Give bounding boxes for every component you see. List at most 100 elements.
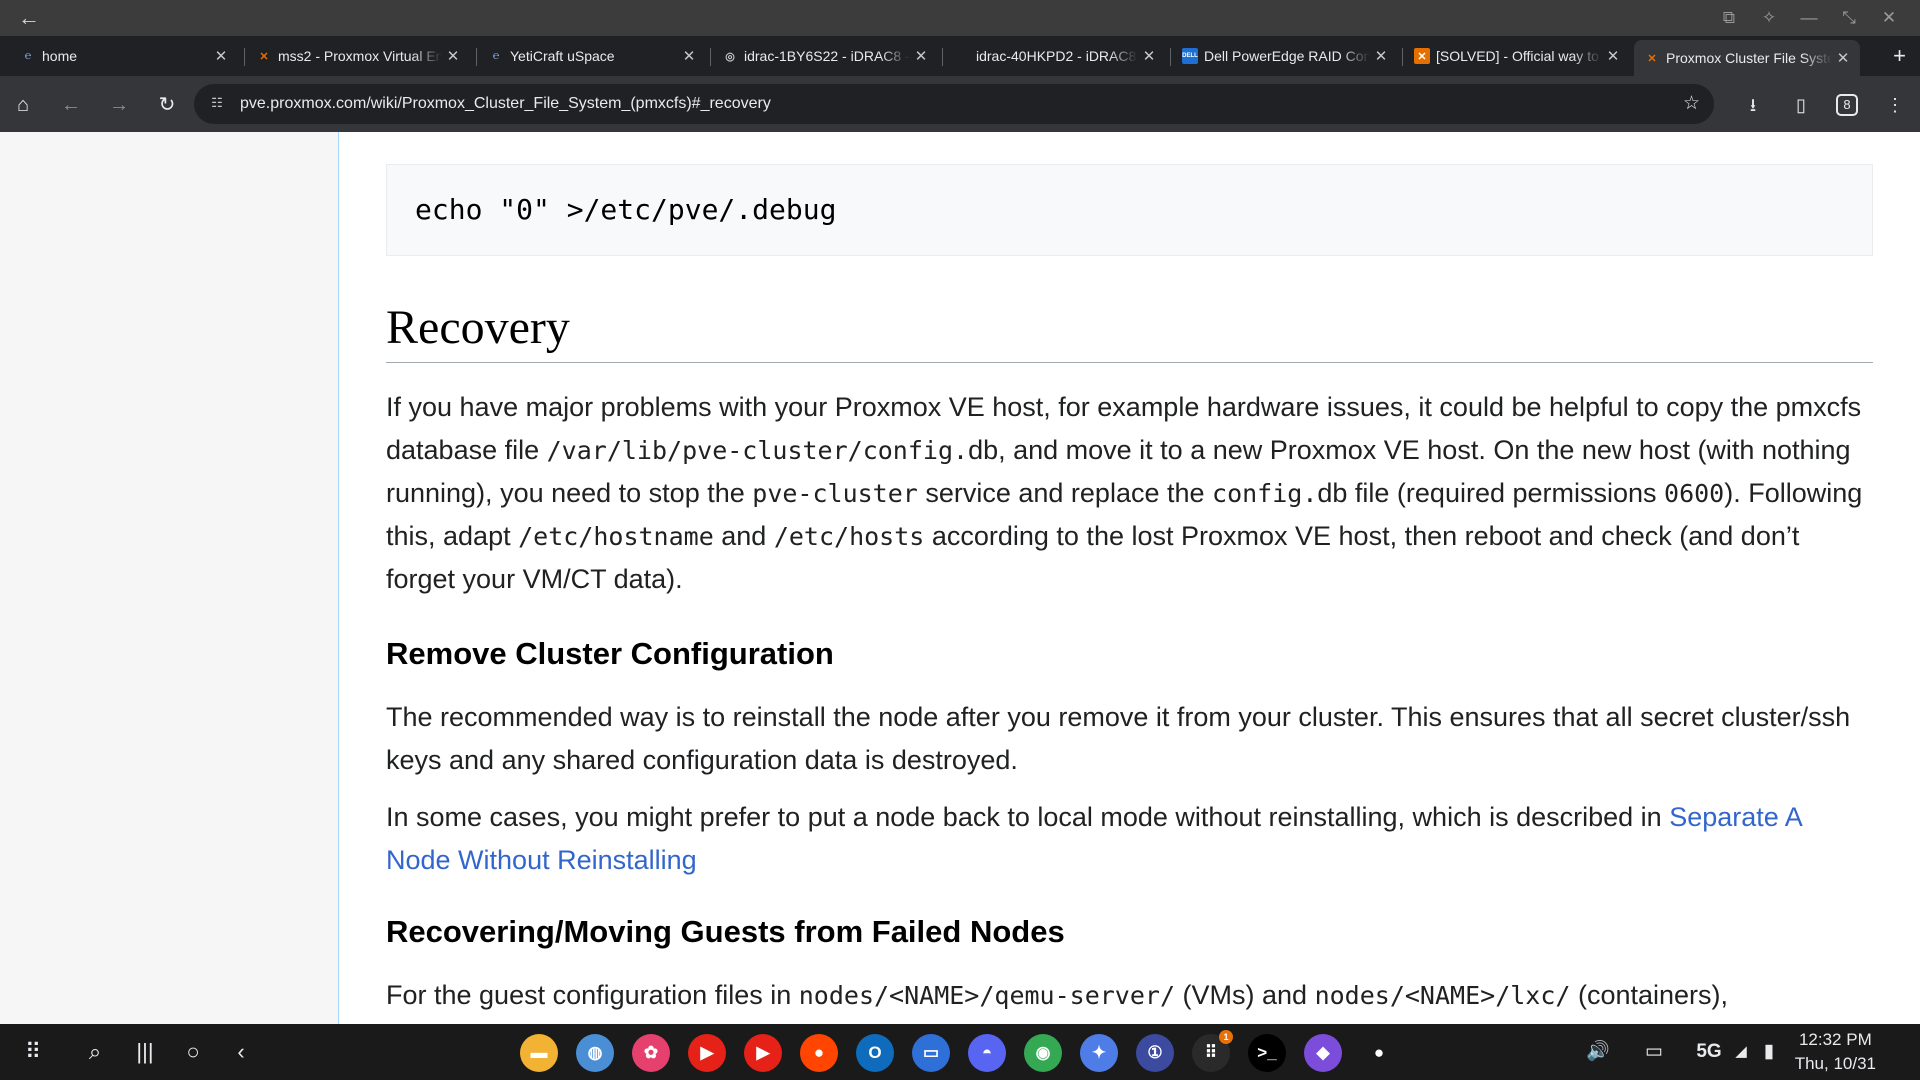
forward-icon[interactable]: → xyxy=(106,92,132,118)
clock[interactable]: 12:32 PM Thu, 10/31 xyxy=(1795,1028,1876,1076)
obsidian-app-icon[interactable]: ◆ xyxy=(1304,1034,1342,1072)
tab-solved-forum[interactable]: ✕ [SOLVED] - Official way to ✕ xyxy=(1404,40,1630,72)
tab-title: idrac-40HKPD2 - iDRAC8 xyxy=(976,48,1137,64)
code-block: echo "0" >/etc/pve/.debug xyxy=(386,164,1873,256)
subheading-recovering-moving-guests: Recovering/Moving Guests from Failed Nod… xyxy=(386,914,1065,949)
tab-title: Proxmox Cluster File Syste xyxy=(1666,50,1832,66)
tab-title: home xyxy=(42,48,78,64)
gemini-app-icon[interactable]: ✦ xyxy=(1080,1034,1118,1072)
reading-list-icon[interactable]: ▯ xyxy=(1788,92,1814,118)
download-icon[interactable]: ⭳ xyxy=(1740,92,1766,118)
tab-close-icon[interactable]: ✕ xyxy=(678,47,700,65)
discord-app-icon[interactable]: ◓ xyxy=(968,1034,1006,1072)
wiki-sidebar xyxy=(0,132,339,1024)
tab-title: idrac-1BY6S22 - iDRAC8 - xyxy=(744,48,910,64)
search-icon[interactable]: ⌕ xyxy=(80,1038,110,1066)
proxmox-favicon-icon: ℮ xyxy=(492,50,500,62)
tab-separator xyxy=(476,48,477,66)
tab-idrac-1by6s22[interactable]: ◎ idrac-1BY6S22 - iDRAC8 - ✕ xyxy=(712,40,938,72)
notifications-icon[interactable]: ▭ xyxy=(1640,1039,1668,1065)
text: and xyxy=(713,521,774,551)
volume-icon[interactable]: 🔊 xyxy=(1584,1039,1612,1065)
tab-count-icon[interactable]: 8 xyxy=(1836,94,1858,116)
text: db file (required permissions xyxy=(1317,478,1665,508)
tab-close-icon[interactable]: ✕ xyxy=(1138,47,1160,65)
tab-close-icon[interactable]: ✕ xyxy=(1832,49,1854,67)
tab-yeticraft[interactable]: ℮ YetiCraft uSpace ✕ xyxy=(478,40,706,72)
messages-app-icon[interactable]: ▭ xyxy=(912,1034,950,1072)
youtube-music-app-icon[interactable]: ▶ xyxy=(744,1034,782,1072)
tab-dell-raid[interactable]: DELL Dell PowerEdge RAID Cont ✕ xyxy=(1172,40,1398,72)
pin-icon[interactable]: ✧ xyxy=(1756,6,1782,30)
home-icon[interactable]: ⌂ xyxy=(10,92,36,118)
browser-toolbar: ⌂ ← → ↻ ☷ pve.proxmox.com/wiki/Proxmox_C… xyxy=(0,76,1920,132)
close-window-icon[interactable]: ✕ xyxy=(1876,6,1902,30)
menu-dots-icon[interactable]: ⋮ xyxy=(1882,92,1908,118)
tab-close-icon[interactable]: ✕ xyxy=(1602,47,1624,65)
back-icon[interactable]: ← xyxy=(58,92,84,118)
proxmox-favicon-icon: ✕ xyxy=(1647,52,1657,65)
terminal-app-icon[interactable]: >_ xyxy=(1248,1034,1286,1072)
proxmox-favicon-icon: ℮ xyxy=(24,50,32,62)
tab-close-icon[interactable]: ✕ xyxy=(910,47,932,65)
tab-idrac-40hkpd2[interactable]: idrac-40HKPD2 - iDRAC8 ✕ xyxy=(944,40,1166,72)
launcher-grid-icon[interactable]: ⠿ xyxy=(18,1038,48,1066)
files-app-icon[interactable]: ▬ xyxy=(520,1034,558,1072)
taskbar: ⠿ ⌕ ||| ○ ‹ ▬ ◍ ✿ ▶ ▶ ● O ▭ ◓ ◉ ✦ ① ⠿ 1 >_ ◆ ● 🔊 ▭ 5G ◢ … xyxy=(0,1024,1920,1080)
app-launcher-dots-icon[interactable]: ⠿ 1 xyxy=(1192,1030,1233,1072)
address-bar[interactable]: ☷ pve.proxmox.com/wiki/Proxmox_Cluster_F… xyxy=(194,84,1714,124)
github-app-icon[interactable]: ● xyxy=(1360,1034,1398,1072)
photos-app-icon[interactable]: ✿ xyxy=(632,1034,670,1072)
network-type: 5G xyxy=(1696,1041,1722,1062)
restore-icon[interactable]: ⤡ xyxy=(1836,6,1862,30)
tab-close-icon[interactable]: ✕ xyxy=(210,47,232,65)
web-page: echo "0" >/etc/pve/.debug Recovery If yo… xyxy=(0,132,1920,1024)
inline-code: pve-cluster xyxy=(752,479,918,508)
minimize-icon[interactable]: — xyxy=(1796,6,1822,30)
back-arrow-icon[interactable]: ← xyxy=(18,6,40,30)
chrome-app-icon[interactable]: ◉ xyxy=(1024,1034,1062,1072)
youtube-app-icon[interactable]: ▶ xyxy=(688,1034,726,1072)
code-text: echo "0" >/etc/pve/.debug xyxy=(415,193,837,226)
proxmox-app-icon[interactable]: ◍ xyxy=(576,1034,614,1072)
outlook-app-icon[interactable]: O xyxy=(856,1034,894,1072)
tab-separator xyxy=(942,48,943,66)
inline-code: 0600 xyxy=(1664,479,1725,508)
inline-code: /var/lib/pve-cluster/config. xyxy=(546,436,969,465)
tab-proxmox-cluster-file-system[interactable]: ✕ Proxmox Cluster File Syste ✕ xyxy=(1634,40,1860,76)
subheading-remove-cluster-configuration: Remove Cluster Configuration xyxy=(386,636,834,671)
tab-separator xyxy=(1170,48,1171,66)
reload-icon[interactable]: ↻ xyxy=(154,92,180,118)
tab-separator xyxy=(710,48,711,66)
battery-icon: ▮ xyxy=(1763,1041,1775,1062)
section-heading-recovery: Recovery xyxy=(386,300,1873,363)
nav-back-icon[interactable]: ‹ xyxy=(226,1038,256,1066)
date-text: Thu, 10/31 xyxy=(1794,1054,1876,1073)
remove-paragraph-1: The recommended way is to reinstall the … xyxy=(386,702,1851,775)
text: (containers), xyxy=(1570,980,1729,1010)
recents-icon[interactable]: ||| xyxy=(130,1038,160,1066)
title-bar: ← ⧉ ✧ — ⤡ ✕ xyxy=(0,0,1920,36)
site-info-icon[interactable]: ☷ xyxy=(208,94,226,112)
new-tab-plus-icon[interactable]: + xyxy=(1893,44,1906,68)
window-mode-icon[interactable]: ⧉ xyxy=(1716,6,1742,30)
inline-code: config. xyxy=(1212,479,1318,508)
tab-home[interactable]: ℮ home ✕ xyxy=(10,40,238,72)
signal-icon: ◢ xyxy=(1735,1043,1747,1060)
bookmark-star-icon[interactable]: ☆ xyxy=(1683,91,1700,117)
1password-app-icon[interactable]: ① xyxy=(1136,1034,1174,1072)
tab-close-icon[interactable]: ✕ xyxy=(1370,47,1392,65)
forum-favicon-icon: ✕ xyxy=(1414,48,1430,64)
home-circle-icon[interactable]: ○ xyxy=(178,1038,208,1066)
inline-code: /etc/hosts xyxy=(773,522,925,551)
remove-paragraph-2: In some cases, you might prefer to put a… xyxy=(386,796,1873,882)
text: For the guest configuration files in xyxy=(386,980,799,1010)
text: (VMs) and xyxy=(1175,980,1315,1010)
tab-title: Dell PowerEdge RAID Cont xyxy=(1204,48,1370,64)
reddit-app-icon[interactable]: ● xyxy=(800,1034,838,1072)
window-controls: ⧉ ✧ — ⤡ ✕ xyxy=(1716,6,1902,30)
tab-separator xyxy=(244,48,245,66)
url-text[interactable]: pve.proxmox.com/wiki/Proxmox_Cluster_Fil… xyxy=(240,84,771,124)
tab-close-icon[interactable]: ✕ xyxy=(442,47,464,65)
tab-mss2[interactable]: ✕ mss2 - Proxmox Virtual En ✕ xyxy=(246,40,470,72)
